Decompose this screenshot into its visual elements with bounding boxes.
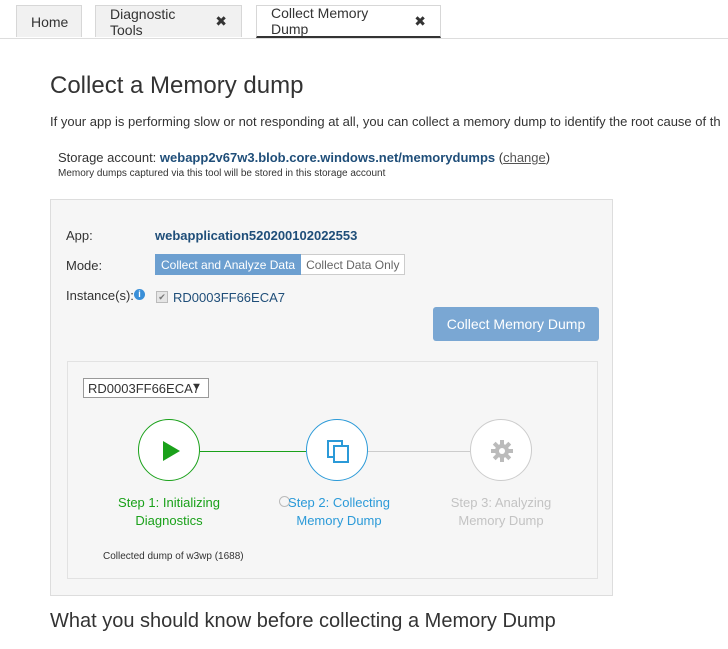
progress-panel: RD0003FF66ECA7 ▼ Step 1: Initializing Di… xyxy=(67,361,598,579)
storage-label: Storage account: xyxy=(58,150,157,165)
tab-bar: Home Diagnostic Tools ✖ Collect Memory D… xyxy=(0,0,728,39)
mode-toggle: Collect and Analyze Data Collect Data On… xyxy=(155,254,406,275)
instance-checkbox[interactable]: ✔ xyxy=(156,291,168,303)
tab-home[interactable]: Home xyxy=(16,5,82,37)
step1-line1: Step 1: Initializing xyxy=(118,495,220,510)
step2-line1: Step 2: Collecting xyxy=(288,495,390,510)
tab-collect-memory-dump[interactable]: Collect Memory Dump ✖ xyxy=(256,5,441,38)
progress-line-pending xyxy=(368,451,470,452)
step2-circle xyxy=(306,419,368,481)
page-description: If your app is performing slow or not re… xyxy=(50,114,721,129)
step2-label: Step 2: Collecting Memory Dump xyxy=(281,494,397,530)
storage-account: Storage account: webapp2v67w3.blob.core.… xyxy=(58,150,550,165)
step3-circle xyxy=(470,419,532,481)
step1-line2: Diagnostics xyxy=(135,513,203,528)
memory-dump-panel: App: webapplication520200102022553 Mode:… xyxy=(50,199,613,596)
mode-label: Mode: xyxy=(66,258,103,273)
step2-line2: Memory Dump xyxy=(296,513,382,528)
app-value: webapplication520200102022553 xyxy=(155,228,358,243)
instance-select[interactable]: RD0003FF66ECA7 ▼ xyxy=(83,378,209,398)
mode-collect-analyze-button[interactable]: Collect and Analyze Data xyxy=(155,254,302,275)
tab-label: Diagnostic Tools xyxy=(110,5,176,38)
info-icon[interactable]: i xyxy=(134,289,145,300)
close-icon[interactable]: ✖ xyxy=(414,13,426,30)
step3-line2: Memory Dump xyxy=(458,513,544,528)
tab-diagnostic-tools[interactable]: Diagnostic Tools ✖ xyxy=(95,5,242,38)
close-icon[interactable]: ✖ xyxy=(215,13,227,30)
tab-label: Home xyxy=(31,13,69,30)
storage-value: webapp2v67w3.blob.core.windows.net/memor… xyxy=(159,150,496,165)
step1-label: Step 1: Initializing Diagnostics xyxy=(111,494,227,530)
collect-memory-dump-button[interactable]: Collect Memory Dump xyxy=(433,307,599,341)
dropdown-caret-icon: ▼ xyxy=(191,381,202,393)
storage-note: Memory dumps captured via this tool will… xyxy=(58,168,386,179)
tab-label: Collect Memory Dump xyxy=(271,5,369,37)
step3-label: Step 3: Analyzing Memory Dump xyxy=(443,494,559,530)
page-title: Collect a Memory dump xyxy=(50,72,304,99)
copy-icon xyxy=(327,440,349,463)
step3-line1: Step 3: Analyzing xyxy=(450,495,552,510)
play-icon xyxy=(163,441,180,461)
change-close-paren: ) xyxy=(545,150,551,165)
section-title: What you should know before collecting a… xyxy=(50,610,556,632)
status-text: Collected dump of w3wp (1688) xyxy=(103,551,244,562)
instance-select-value: RD0003FF66ECA7 xyxy=(88,380,200,396)
instances-label: Instance(s): xyxy=(66,288,134,303)
mode-collect-only-button[interactable]: Collect Data Only xyxy=(301,254,406,275)
app-label: App: xyxy=(66,228,93,243)
instance-value: RD0003FF66ECA7 xyxy=(173,290,285,305)
progress-line-done xyxy=(200,451,306,452)
change-storage-link[interactable]: change xyxy=(503,150,546,165)
gear-icon xyxy=(491,440,513,462)
step1-circle xyxy=(138,419,200,481)
